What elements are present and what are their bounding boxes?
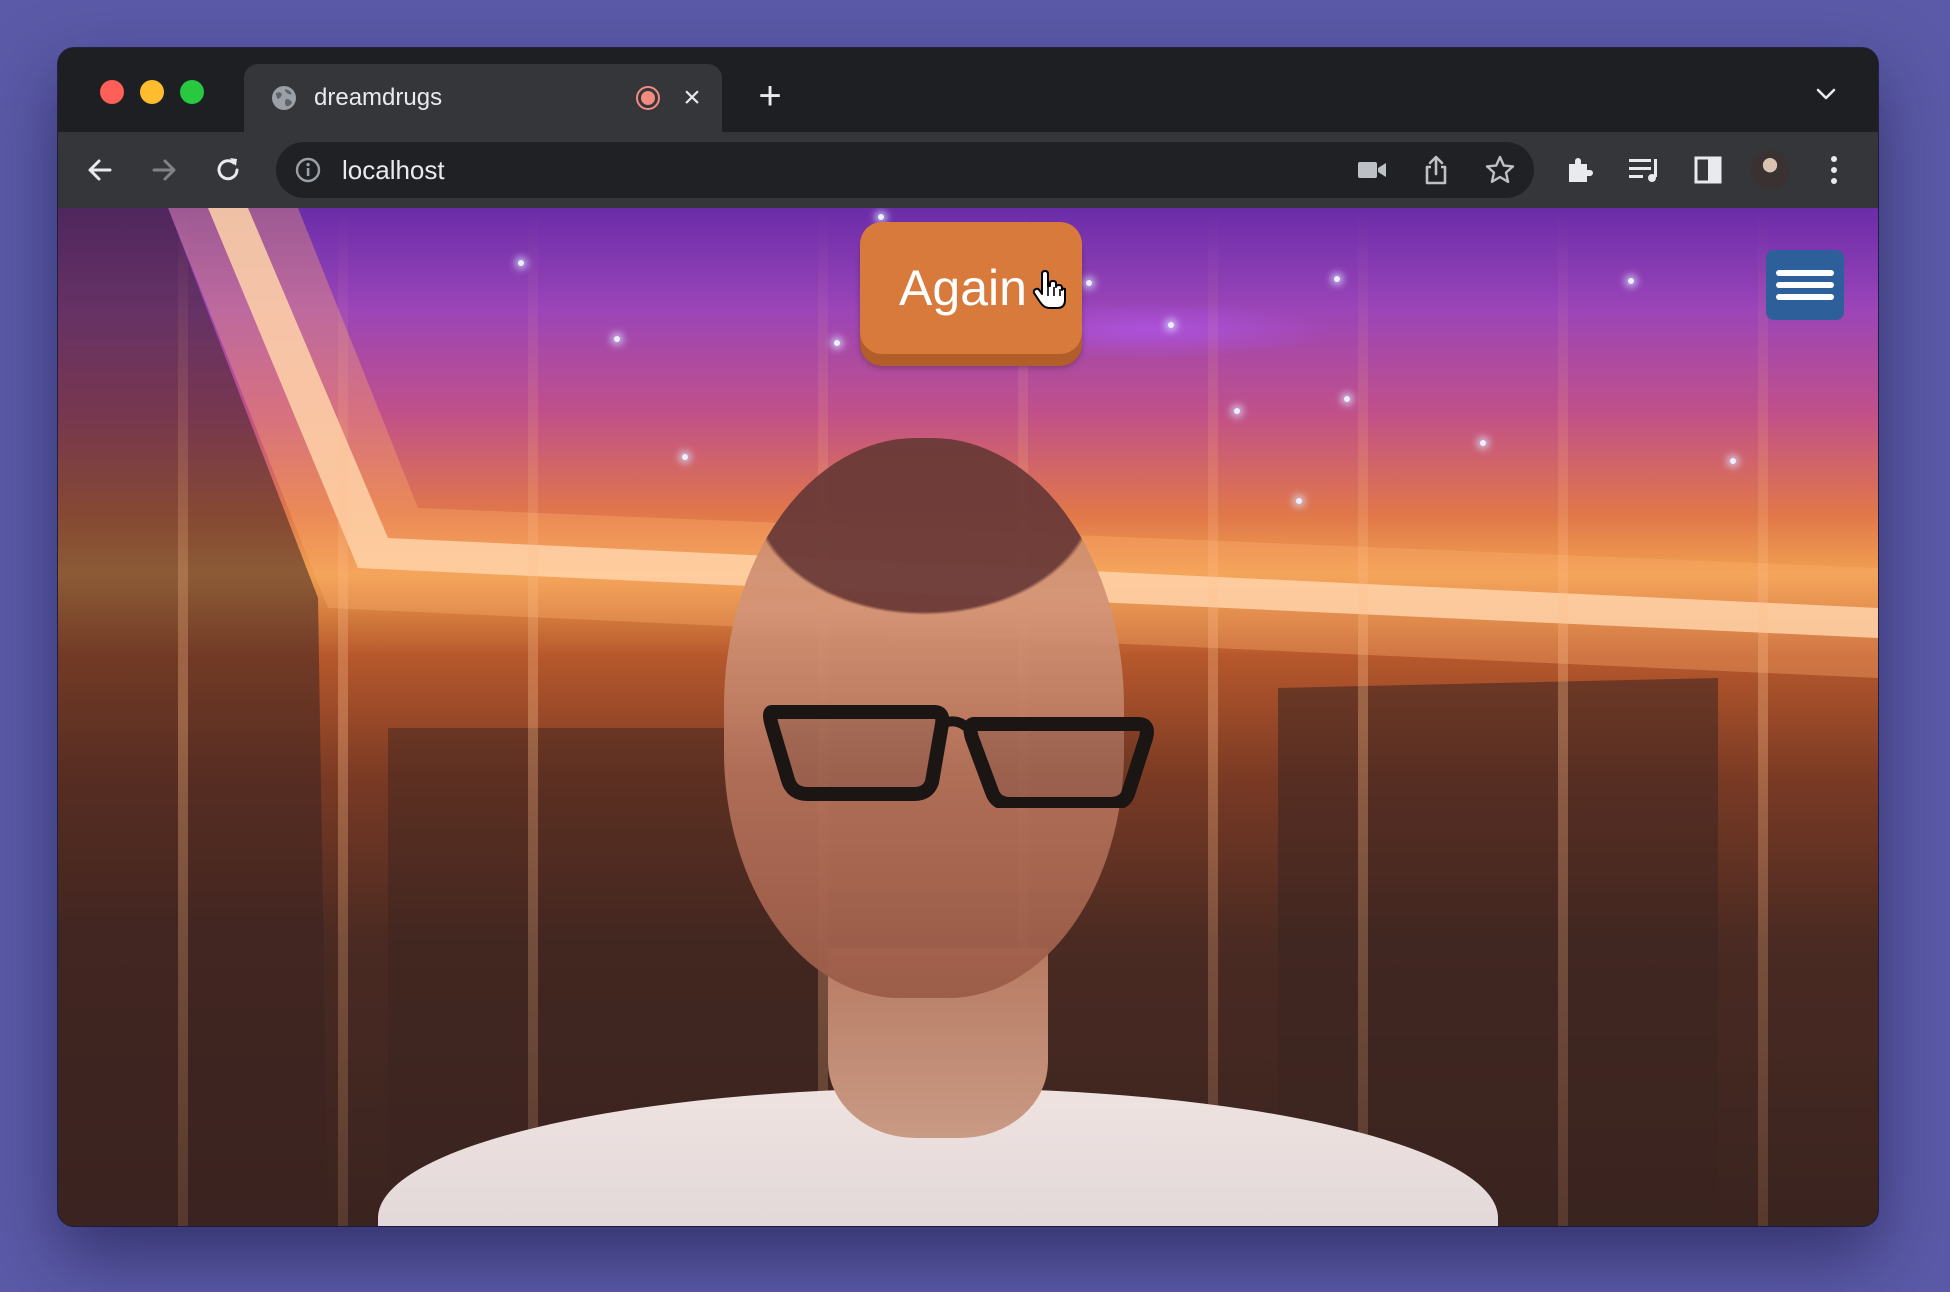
address-bar[interactable]: localhost [276,142,1534,198]
extensions-button[interactable] [1560,150,1600,190]
side-panel-button[interactable] [1688,150,1728,190]
media-queue-icon [1629,159,1657,182]
bookmark-star-icon[interactable] [1484,154,1516,186]
side-panel-icon [1694,156,1722,184]
reload-icon [217,158,239,181]
back-button[interactable] [80,150,120,190]
new-tab-button[interactable]: + [750,76,790,116]
profile-avatar[interactable] [1750,150,1790,190]
forward-arrow-icon [152,159,176,181]
tab-title: dreamdrugs [314,84,443,111]
extensions-puzzle-icon [1569,158,1593,182]
tab-close-button[interactable]: × [676,82,708,114]
more-menu-button[interactable] [1814,150,1854,190]
webcam-dream-canvas: Again [58,208,1878,1226]
hamburger-icon [1776,270,1834,276]
more-menu-icon [1831,156,1837,184]
reload-button[interactable] [208,150,248,190]
close-window-button[interactable] [100,80,124,104]
globe-icon [272,86,296,110]
minimize-window-button[interactable] [140,80,164,104]
back-arrow-icon [88,159,112,181]
url-text[interactable]: localhost [342,156,445,184]
hand-cursor-icon [1032,270,1066,309]
tab-dreamdrugs[interactable]: dreamdrugs × [244,64,722,132]
maximize-window-button[interactable] [180,80,204,104]
recording-icon [636,86,660,110]
title-bar: dreamdrugs × + [58,48,1878,132]
camera-icon[interactable] [1356,154,1388,186]
media-queue-button[interactable] [1624,150,1664,190]
browser-window: dreamdrugs × + localhost Again [58,48,1878,1226]
info-icon[interactable] [294,156,322,184]
glasses [763,705,1154,808]
forward-button[interactable] [144,150,184,190]
browser-toolbar: localhost [58,132,1878,208]
hamburger-menu-button[interactable] [1766,250,1844,320]
share-icon[interactable] [1420,154,1452,186]
chevron-down-icon[interactable] [1814,82,1838,106]
